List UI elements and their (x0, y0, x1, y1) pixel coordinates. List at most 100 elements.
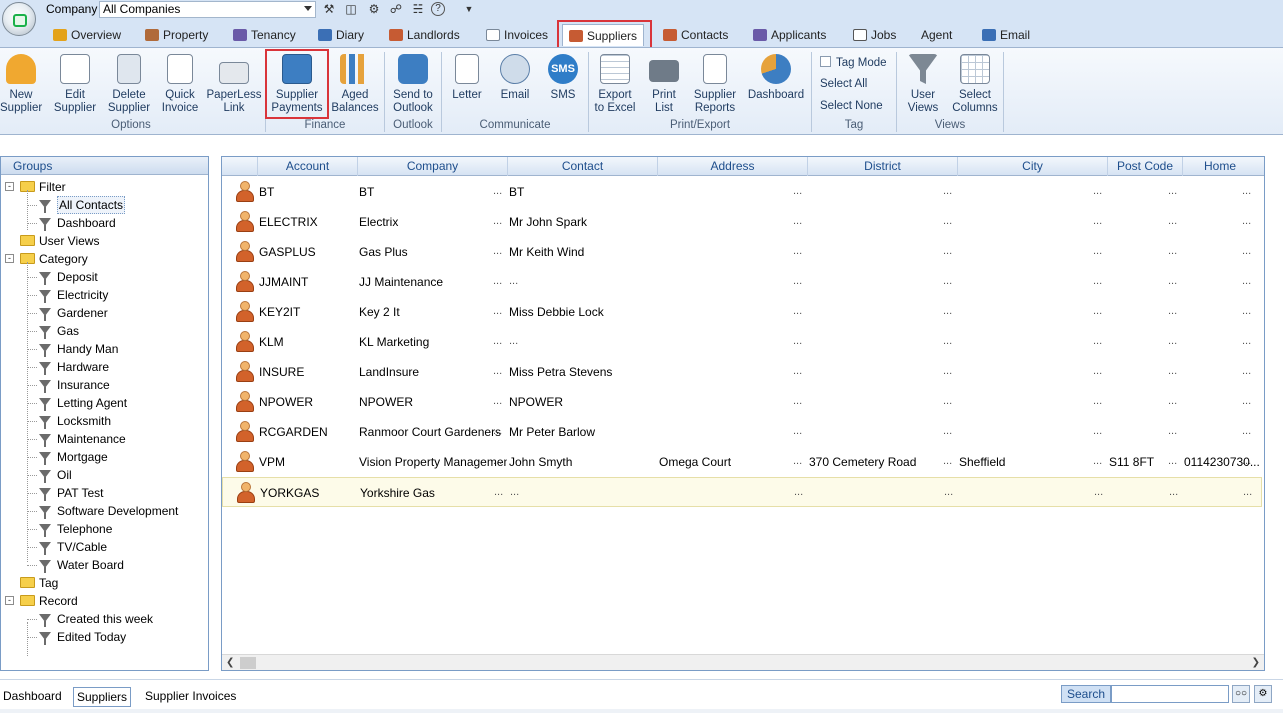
column-header-post-code[interactable]: Post Code (1107, 157, 1182, 176)
supplier-reports-button[interactable]: Supplier Reports (690, 54, 740, 115)
ellipsis-button[interactable]: ... (1093, 365, 1102, 377)
ellipsis-button[interactable]: ... (493, 395, 502, 407)
network-icon[interactable]: ☍ (388, 1, 404, 17)
ellipsis-button[interactable]: ... (793, 305, 802, 317)
collapse-icon[interactable]: - (5, 182, 14, 191)
ellipsis-button[interactable]: ... (793, 185, 802, 197)
quick-invoice-button[interactable]: Quick Invoice (158, 54, 202, 115)
ellipsis-button[interactable]: ... (793, 395, 802, 407)
tree-item-category[interactable]: TV/Cable (1, 538, 208, 556)
tree-node-record[interactable]: - Record (1, 592, 208, 610)
ellipsis-button[interactable]: ... (494, 486, 503, 498)
tree-item-category[interactable]: Software Development (1, 502, 208, 520)
ellipsis-button[interactable]: ... (1242, 425, 1251, 437)
ellipsis-button[interactable]: ... (1168, 245, 1177, 257)
tree-item-category[interactable]: Deposit (1, 268, 208, 286)
ellipsis-button[interactable]: ... (943, 365, 952, 377)
collapse-icon[interactable]: - (5, 254, 14, 263)
table-row[interactable]: KLM KL Marketing..................... (222, 327, 1262, 357)
sms-button[interactable]: SMS SMS (542, 54, 584, 102)
ellipsis-button[interactable]: ... (493, 215, 502, 227)
ellipsis-button[interactable]: ... (1168, 395, 1177, 407)
ellipsis-button[interactable]: ... (1242, 395, 1251, 407)
tab-jobs[interactable]: Jobs (853, 24, 896, 46)
tree-node-user-views[interactable]: User Views (1, 232, 208, 250)
ellipsis-button[interactable]: ... (1243, 486, 1252, 498)
ellipsis-button[interactable]: ... (943, 335, 952, 347)
ellipsis-button[interactable]: ... (943, 455, 952, 467)
chevron-down-icon[interactable] (304, 6, 312, 11)
ellipsis-button[interactable]: ... (1093, 395, 1102, 407)
horizontal-scrollbar[interactable]: ❮ ❯ (222, 654, 1264, 670)
ellipsis-button[interactable]: ... (943, 185, 952, 197)
tree-item-category[interactable]: Hardware (1, 358, 208, 376)
tree-item-category[interactable]: Gas (1, 322, 208, 340)
tree-item-category[interactable]: Electricity (1, 286, 208, 304)
table-row[interactable]: YORKGAS Yorkshire Gas....................… (222, 477, 1262, 507)
table-row[interactable]: BT BT BT.................. (222, 177, 1262, 207)
tree-item-category[interactable]: Water Board (1, 556, 208, 574)
checkbox-icon[interactable] (820, 56, 831, 67)
ellipsis-button[interactable]: ... (1168, 455, 1177, 467)
user-views-button[interactable]: User Views (902, 54, 944, 115)
tree-item-category[interactable]: Letting Agent (1, 394, 208, 412)
table-row[interactable]: INSURE LandInsure Miss Petra Stevens......… (222, 357, 1262, 387)
tree-item-category[interactable]: Maintenance (1, 430, 208, 448)
tree-item-category[interactable]: Locksmith (1, 412, 208, 430)
help-icon[interactable]: ? (431, 2, 445, 16)
ellipsis-button[interactable]: ... (1169, 486, 1178, 498)
ellipsis-button[interactable]: ... (1093, 275, 1102, 287)
tree-item-record[interactable]: Created this week (1, 610, 208, 628)
delete-supplier-button[interactable]: Delete Supplier (104, 54, 154, 115)
print-list-button[interactable]: Print List (644, 54, 684, 115)
ellipsis-button[interactable]: ... (1093, 425, 1102, 437)
tab-property[interactable]: Property (145, 24, 208, 46)
tree-node-tag[interactable]: Tag (1, 574, 208, 592)
column-header-account[interactable]: Account (257, 157, 357, 176)
email-button[interactable]: Email (494, 54, 536, 102)
ellipsis-button[interactable]: ... (509, 335, 518, 347)
ellipsis-button[interactable]: ... (793, 425, 802, 437)
search-glasses-icon[interactable]: ○○ (1232, 685, 1250, 703)
tab-email[interactable]: Email (982, 24, 1030, 46)
ellipsis-button[interactable]: ... (793, 245, 802, 257)
column-header-company[interactable]: Company (357, 157, 507, 176)
tools-icon[interactable]: ⚒ (321, 1, 337, 17)
table-row[interactable]: ELECTRIX Electrix Mr John Spark...........… (222, 207, 1262, 237)
customize-toolbar-icon[interactable]: ▼ (461, 1, 477, 17)
edit-supplier-button[interactable]: Edit Supplier (50, 54, 100, 115)
ellipsis-button[interactable]: ... (943, 215, 952, 227)
app-menu-button[interactable] (2, 2, 36, 36)
tab-applicants[interactable]: Applicants (753, 24, 826, 46)
ellipsis-button[interactable]: ... (1094, 486, 1103, 498)
ellipsis-button[interactable]: ... (1168, 335, 1177, 347)
bottom-tab-dashboard[interactable]: Dashboard (0, 687, 65, 707)
select-columns-button[interactable]: Select Columns (950, 54, 1000, 115)
tree-item-category[interactable]: PAT Test (1, 484, 208, 502)
table-row[interactable]: VPM Vision Property Management...John Smy… (222, 447, 1262, 477)
ellipsis-button[interactable]: ... (493, 455, 502, 467)
tree-item-category[interactable]: Mortgage (1, 448, 208, 466)
search-input[interactable] (1111, 685, 1229, 703)
ellipsis-button[interactable]: ... (1093, 305, 1102, 317)
ellipsis-button[interactable]: ... (1242, 275, 1251, 287)
ellipsis-button[interactable]: ... (1242, 305, 1251, 317)
ellipsis-button[interactable]: ... (793, 455, 802, 467)
ellipsis-button[interactable]: ... (493, 425, 502, 437)
select-none-button[interactable]: Select None (820, 100, 883, 112)
tree-item-category[interactable]: Telephone (1, 520, 208, 538)
ellipsis-button[interactable]: ... (1242, 455, 1251, 467)
send-to-outlook-button[interactable]: Send to Outlook (387, 54, 439, 115)
ellipsis-button[interactable]: ... (493, 335, 502, 347)
tab-landlords[interactable]: Landlords (389, 24, 460, 46)
ellipsis-button[interactable]: ... (493, 365, 502, 377)
ellipsis-button[interactable]: ... (1242, 365, 1251, 377)
new-supplier-button[interactable]: New Supplier (0, 54, 42, 115)
table-row[interactable]: NPOWER NPOWER NPOWER.................. (222, 387, 1262, 417)
letter-button[interactable]: Letter (446, 54, 488, 102)
tree-node-category[interactable]: - Category (1, 250, 208, 268)
tab-tenancy[interactable]: Tenancy (233, 24, 296, 46)
column-header-home[interactable]: Home (1182, 157, 1257, 176)
tree-icon[interactable]: ☵ (410, 1, 426, 17)
ellipsis-button[interactable]: ... (493, 245, 502, 257)
